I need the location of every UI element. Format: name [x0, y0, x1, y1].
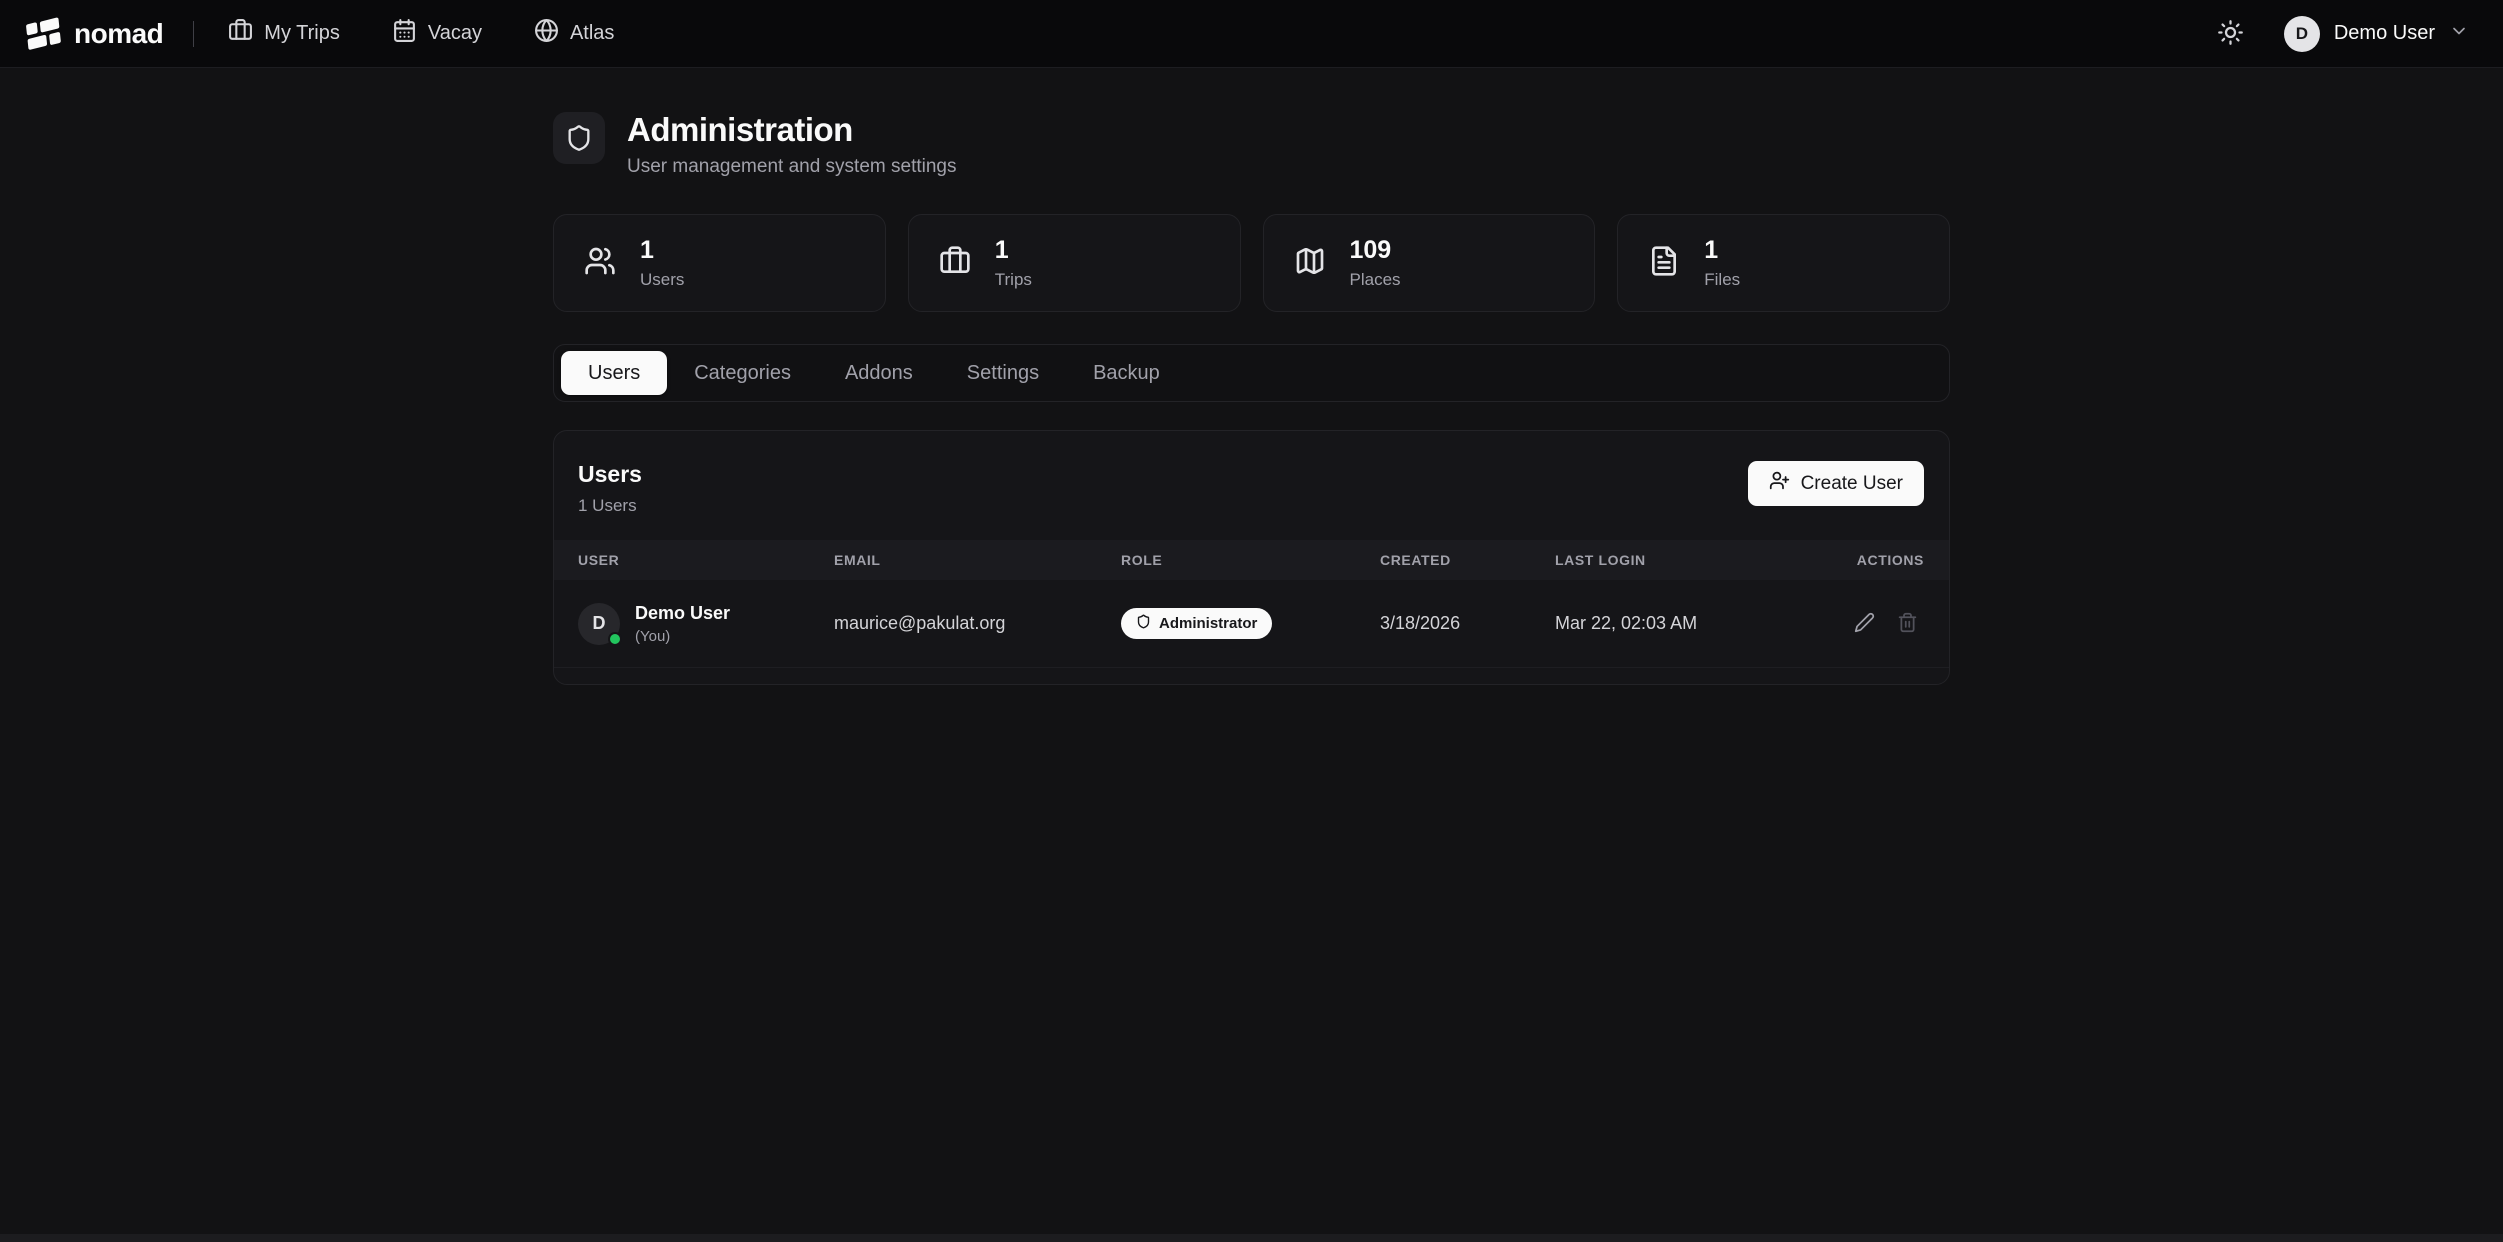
users-panel: Users 1 Users Create User User Email Rol…: [553, 430, 1950, 685]
stat-card-files: 1 Files: [1617, 214, 1950, 312]
stat-label: Files: [1704, 270, 1740, 290]
edit-icon: [1854, 612, 1875, 636]
avatar: D: [578, 603, 620, 645]
bottom-edge-strip: [0, 1234, 2503, 1242]
main-content: Administration User management and syste…: [553, 68, 1950, 685]
nav-item-label: Vacay: [428, 22, 482, 45]
edit-user-button[interactable]: [1848, 606, 1881, 642]
trash-icon: [1897, 612, 1918, 636]
panel-count: 1 Users: [578, 496, 642, 516]
column-header-last-login: Last login: [1555, 552, 1794, 568]
nav-item-vacay[interactable]: Vacay: [392, 18, 482, 49]
role-badge: Administrator: [1121, 608, 1272, 639]
user-name: Demo User: [2334, 22, 2435, 45]
column-header-created: Created: [1380, 552, 1555, 568]
table-row: D Demo User (You) maurice@pakulat.org Ad…: [554, 580, 1949, 668]
file-text-icon: [1648, 245, 1680, 282]
stat-label: Places: [1350, 270, 1401, 290]
tab-settings[interactable]: Settings: [940, 351, 1066, 395]
stat-label: Trips: [995, 270, 1032, 290]
user-row-you-label: (You): [635, 628, 730, 645]
stat-value: 1: [995, 237, 1032, 265]
column-header-actions: Actions: [1794, 552, 1924, 568]
user-row-name: Demo User: [635, 603, 730, 624]
tab-backup[interactable]: Backup: [1066, 351, 1187, 395]
nav-divider: [193, 21, 194, 47]
tab-addons[interactable]: Addons: [818, 351, 940, 395]
page-title: Administration: [627, 112, 957, 148]
user-row-email: maurice@pakulat.org: [834, 613, 1121, 634]
admin-tabs: Users Categories Addons Settings Backup: [553, 344, 1950, 402]
stat-card-places: 109 Places: [1263, 214, 1596, 312]
stat-value: 1: [640, 237, 684, 265]
table-header-row: User Email Role Created Last login Actio…: [554, 540, 1949, 580]
nav-item-my-trips[interactable]: My Trips: [228, 18, 340, 49]
shield-icon: [553, 112, 605, 164]
nav-item-atlas[interactable]: Atlas: [534, 18, 614, 49]
panel-title: Users: [578, 461, 642, 488]
page-header: Administration User management and syste…: [553, 112, 1950, 178]
chevron-down-icon: [2449, 21, 2469, 46]
delete-user-button[interactable]: [1891, 606, 1924, 642]
user-row-created: 3/18/2026: [1380, 613, 1555, 634]
column-header-user: User: [578, 552, 834, 568]
briefcase-icon: [939, 245, 971, 282]
column-header-role: Role: [1121, 552, 1380, 568]
tab-categories[interactable]: Categories: [667, 351, 818, 395]
user-plus-icon: [1769, 470, 1790, 497]
create-user-label: Create User: [1801, 473, 1903, 495]
nav-item-label: Atlas: [570, 22, 614, 45]
top-navbar: nomad My Trips Vacay Atlas: [0, 0, 2503, 68]
stat-value: 1: [1704, 237, 1740, 265]
shield-icon: [1136, 614, 1151, 633]
page-subtitle: User management and system settings: [627, 156, 957, 178]
globe-icon: [534, 18, 559, 49]
avatar: D: [2284, 16, 2320, 52]
online-status-dot: [608, 632, 622, 646]
brand-name: nomad: [74, 18, 163, 50]
stats-row: 1 Users 1 Trips 109 Places: [553, 214, 1950, 312]
create-user-button[interactable]: Create User: [1748, 461, 1924, 506]
nav-item-label: My Trips: [264, 22, 340, 45]
stat-label: Users: [640, 270, 684, 290]
map-icon: [1294, 245, 1326, 282]
brand-logo[interactable]: nomad: [26, 16, 163, 52]
theme-toggle-button[interactable]: [2217, 19, 2244, 49]
column-header-email: Email: [834, 552, 1121, 568]
role-badge-label: Administrator: [1159, 615, 1257, 632]
stat-card-users: 1 Users: [553, 214, 886, 312]
user-menu[interactable]: D Demo User: [2284, 16, 2469, 52]
users-icon: [584, 245, 616, 282]
user-row-last-login: Mar 22, 02:03 AM: [1555, 613, 1794, 634]
briefcase-icon: [228, 18, 253, 49]
tab-users[interactable]: Users: [561, 351, 667, 395]
sun-icon: [2217, 19, 2244, 49]
calendar-icon: [392, 18, 417, 49]
nomad-logo-mark-icon: [24, 14, 66, 54]
stat-card-trips: 1 Trips: [908, 214, 1241, 312]
stat-value: 109: [1350, 237, 1401, 265]
